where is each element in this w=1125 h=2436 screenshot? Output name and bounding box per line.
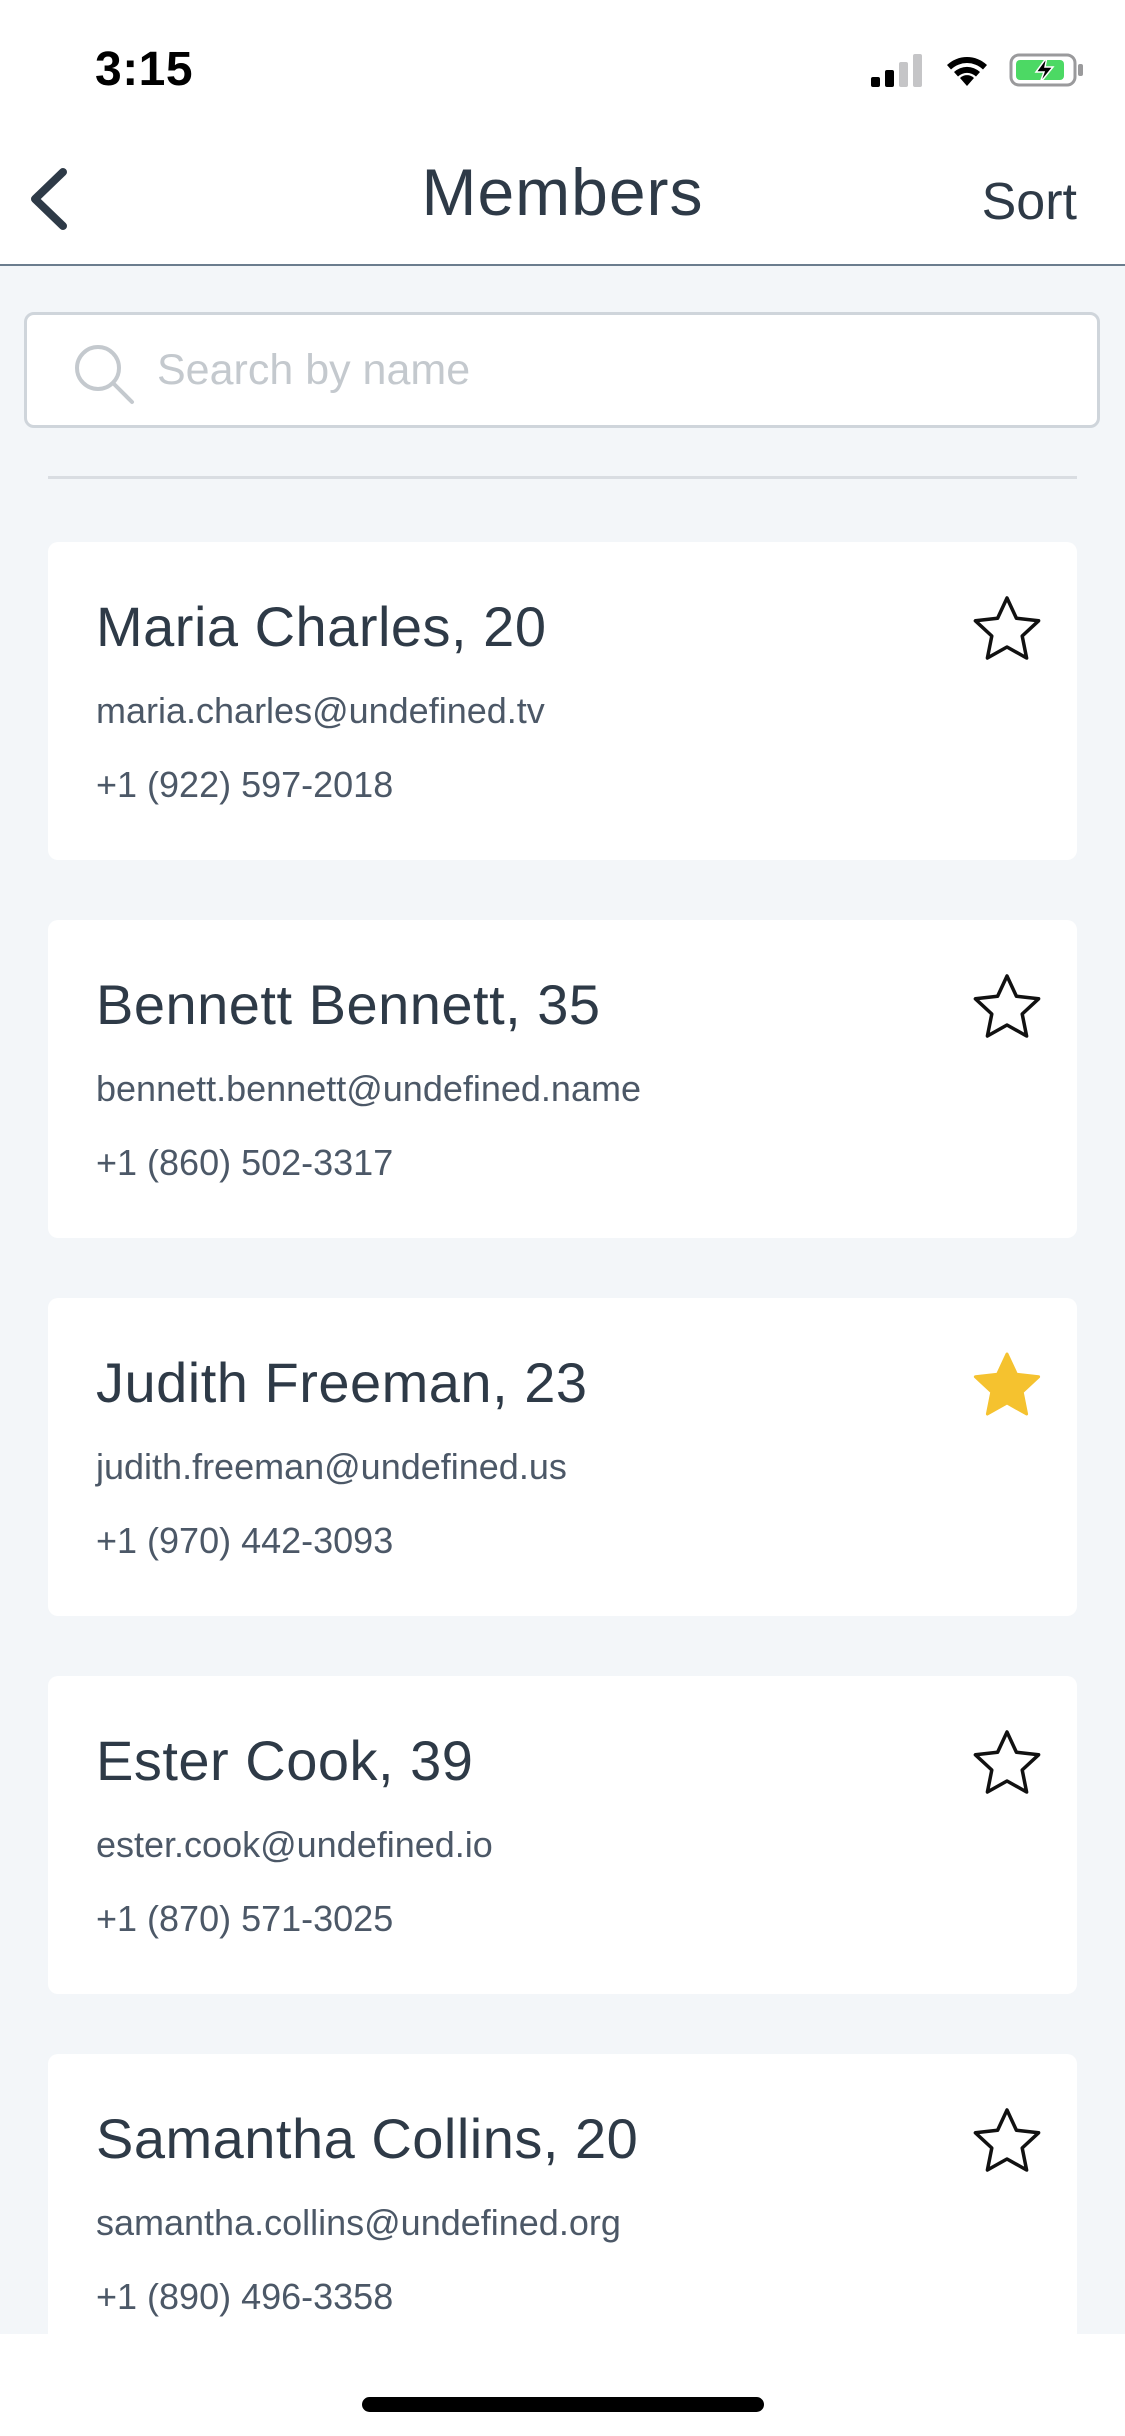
member-card[interactable]: Ester Cook, 39 ester.cook@undefined.io +… (48, 1676, 1077, 1994)
member-card[interactable]: Maria Charles, 20 maria.charles@undefine… (48, 542, 1077, 860)
member-phone: +1 (870) 571-3025 (96, 1898, 394, 1939)
member-name: Samantha Collins, 20 (96, 2107, 639, 2170)
search-bar[interactable] (24, 312, 1100, 428)
star-outline-icon[interactable] (971, 2106, 1043, 2178)
member-phone: +1 (860) 502-3317 (96, 1142, 394, 1183)
home-indicator[interactable] (362, 2397, 764, 2412)
member-name: Ester Cook, 39 (96, 1729, 474, 1792)
member-name: Bennett Bennett, 35 (96, 973, 601, 1036)
star-outline-icon[interactable] (971, 1728, 1043, 1800)
status-bar: 3:15 (0, 0, 1125, 132)
member-phone: +1 (970) 442-3093 (96, 1520, 394, 1561)
member-card[interactable]: Samantha Collins, 20 samantha.collins@un… (48, 2054, 1077, 2372)
home-indicator-area (0, 2334, 1125, 2436)
member-email: ester.cook@undefined.io (96, 1824, 493, 1865)
member-name: Maria Charles, 20 (96, 595, 547, 658)
members-screen: 3:15 Members Sort Search by name Maria C… (0, 0, 1125, 2436)
star-filled-icon[interactable] (971, 1350, 1043, 1422)
search-icon (75, 345, 134, 404)
battery-charging-icon (1009, 53, 1083, 87)
wifi-icon (947, 57, 987, 86)
sort-button[interactable]: Sort (982, 172, 1077, 232)
member-phone: +1 (922) 597-2018 (96, 764, 394, 805)
status-icons (871, 50, 1085, 90)
signal-icon (871, 54, 922, 87)
member-email: samantha.collins@undefined.org (96, 2202, 621, 2243)
member-email: bennett.bennett@undefined.name (96, 1068, 641, 1109)
member-email: maria.charles@undefined.tv (96, 690, 545, 731)
member-card[interactable]: Judith Freeman, 23 judith.freeman@undefi… (48, 1298, 1077, 1616)
page-title: Members (421, 155, 704, 229)
status-time: 3:15 (95, 43, 194, 96)
member-name: Judith Freeman, 23 (96, 1351, 588, 1414)
star-outline-icon[interactable] (971, 972, 1043, 1044)
member-card[interactable]: Bennett Bennett, 35 bennett.bennett@unde… (48, 920, 1077, 1238)
star-outline-icon[interactable] (971, 594, 1043, 666)
list-divider (48, 476, 1077, 479)
search-input[interactable] (157, 315, 1057, 425)
navigation-bar: Members Sort (0, 132, 1125, 266)
member-phone: +1 (890) 496-3358 (96, 2276, 394, 2317)
member-email: judith.freeman@undefined.us (96, 1446, 567, 1487)
